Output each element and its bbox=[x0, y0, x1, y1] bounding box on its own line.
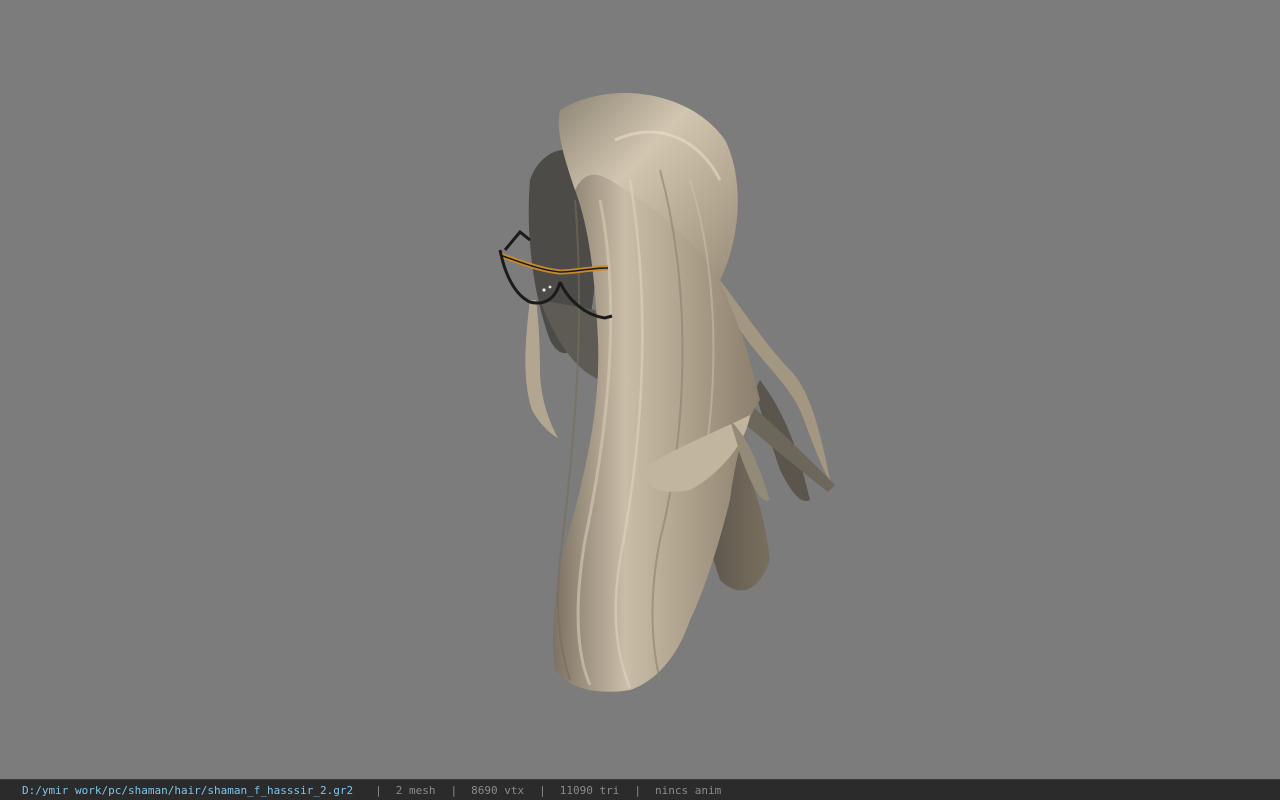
separator: | bbox=[375, 783, 382, 797]
triangle-count: 11090 tri bbox=[559, 783, 620, 797]
separator: | bbox=[450, 783, 458, 797]
status-bar: D:/ymir work/pc/shaman/hair/shaman_f_has… bbox=[0, 779, 1280, 800]
mesh-count: 2 mesh bbox=[395, 783, 436, 797]
vertex-count: 8690 vtx bbox=[471, 783, 525, 797]
model-render bbox=[498, 93, 835, 692]
3d-viewport[interactable] bbox=[0, 0, 1280, 779]
animation-info: nincs anim bbox=[654, 783, 722, 797]
separator: | bbox=[634, 783, 641, 797]
file-path: D:/ymir work/pc/shaman/hair/shaman_f_has… bbox=[22, 783, 354, 797]
hair-main-mass bbox=[552, 93, 760, 692]
separator: | bbox=[539, 783, 546, 797]
